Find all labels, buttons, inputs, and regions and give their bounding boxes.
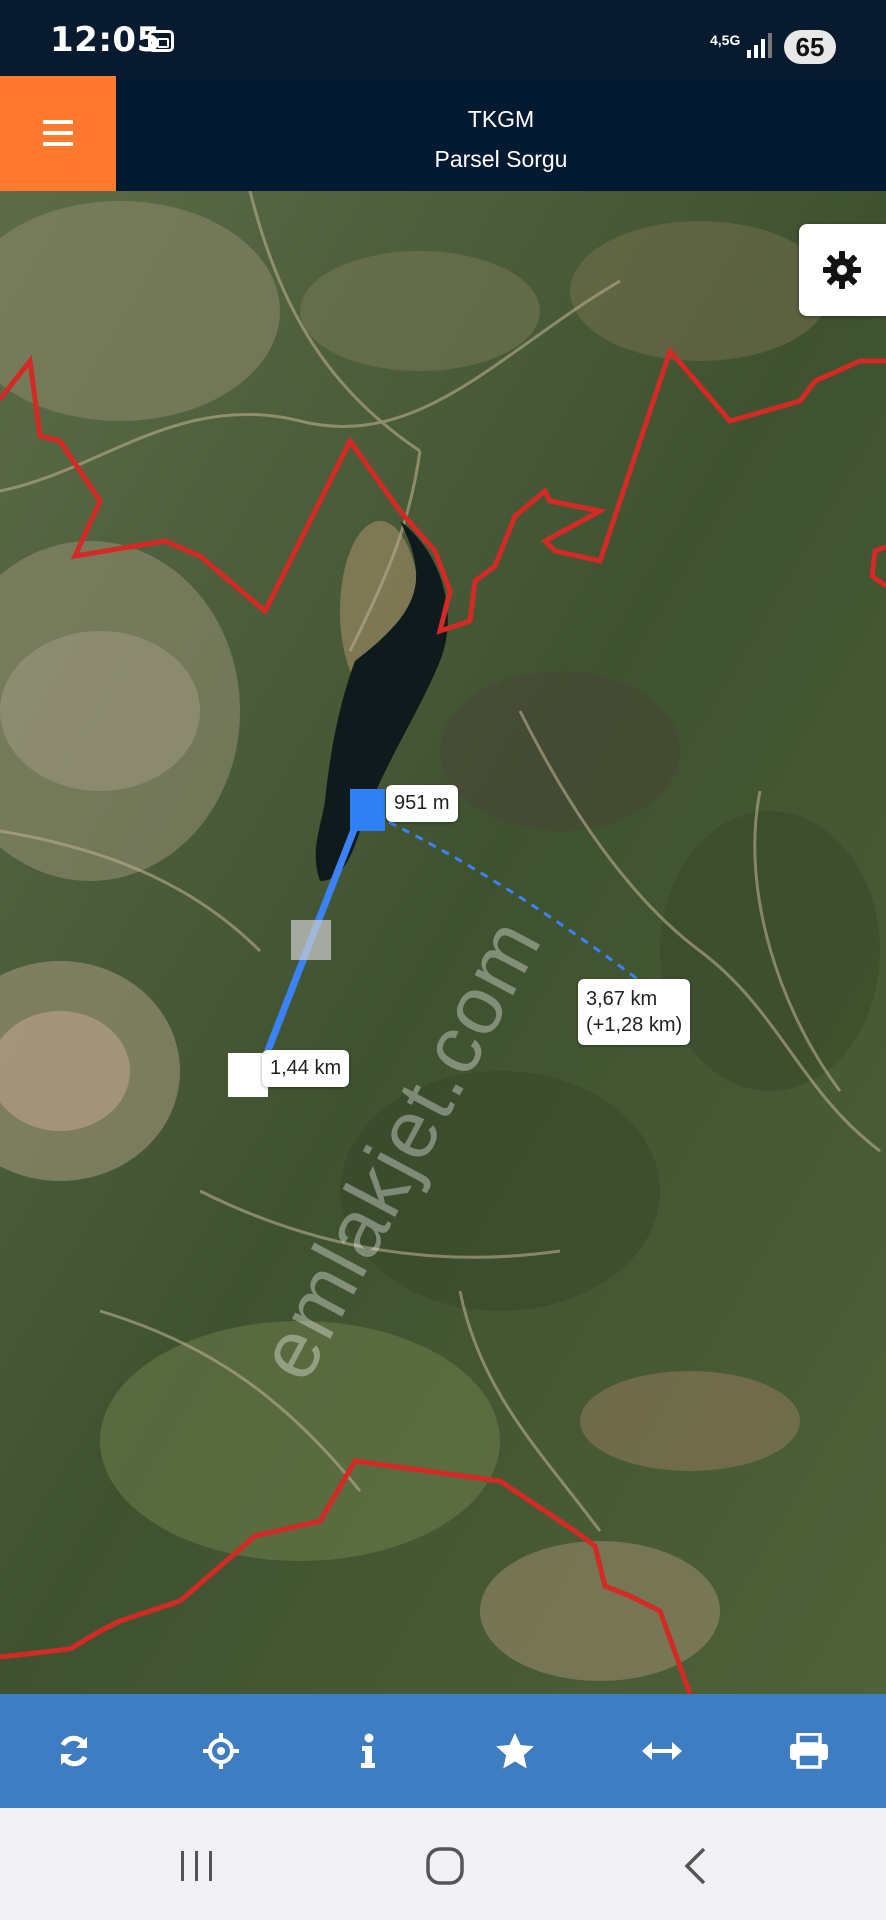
status-time: 12:05 [50, 20, 161, 60]
menu-icon [43, 120, 73, 124]
favorite-button[interactable] [441, 1694, 588, 1808]
battery-indicator: 65 [784, 30, 836, 64]
measure-icon [641, 1742, 682, 1760]
measure-mid-handle[interactable] [291, 920, 331, 960]
menu-icon-bar [43, 131, 73, 135]
app-bar: TKGM Parsel Sorgu [0, 76, 886, 191]
app-subtitle: Parsel Sorgu [434, 146, 568, 172]
back-button[interactable] [655, 1838, 735, 1894]
measure-button[interactable] [588, 1694, 735, 1808]
satellite-imagery [0, 191, 886, 1694]
locate-icon [202, 1733, 239, 1769]
measure-start-marker[interactable] [350, 789, 385, 831]
bottom-toolbar [0, 1694, 886, 1808]
network-type: 4,5G [710, 32, 741, 48]
star-icon [495, 1733, 534, 1769]
locate-button[interactable] [147, 1694, 294, 1808]
home-icon [426, 1847, 464, 1885]
gear-icon [823, 251, 861, 289]
measure-label-second: 1,44 km [262, 1050, 350, 1087]
print-button[interactable] [735, 1694, 882, 1808]
print-icon [789, 1733, 828, 1769]
info-button[interactable] [294, 1694, 441, 1808]
refresh-icon [60, 1735, 87, 1767]
recent-apps-button[interactable] [157, 1838, 237, 1894]
screenshot-icon [148, 30, 174, 52]
signal-icon [747, 33, 772, 58]
menu-button[interactable] [0, 76, 116, 191]
status-bar: 12:05 4,5G 65 [0, 0, 886, 76]
menu-icon-bar [43, 142, 73, 146]
measure-label-first: 951 m [386, 785, 458, 822]
info-icon [360, 1733, 375, 1768]
system-nav-bar [0, 1808, 886, 1920]
measure-added: (+1,28 km) [586, 1014, 683, 1036]
map-view[interactable]: 951 m 1,44 km 3,67 km (+1,28 km) emlakje… [0, 191, 886, 1694]
refresh-button[interactable] [0, 1694, 147, 1808]
app-title: TKGM [467, 106, 535, 132]
back-icon [684, 1847, 706, 1885]
recent-apps-icon [181, 1851, 212, 1881]
home-button[interactable] [405, 1838, 485, 1894]
measure-label-total: 3,67 km (+1,28 km) [578, 979, 691, 1045]
measure-total: 3,67 km [586, 988, 658, 1010]
settings-button[interactable] [799, 224, 886, 316]
